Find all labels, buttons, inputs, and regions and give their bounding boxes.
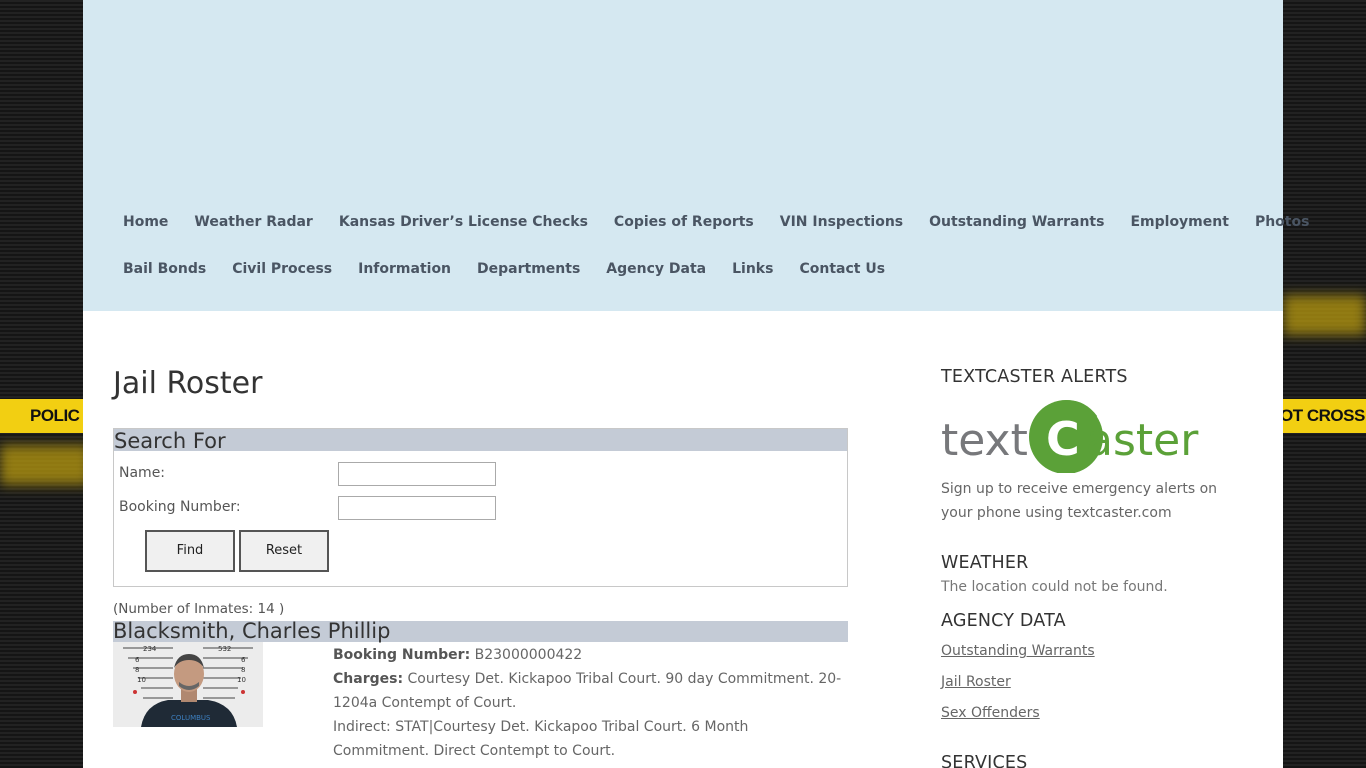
inmate-mugshot[interactable]: 234 532 6 6 8 8 10 10 COLUMBUS xyxy=(113,642,263,727)
page-title: Jail Roster xyxy=(113,366,263,401)
inmate-name-heading: Blacksmith, Charles Phillip xyxy=(113,621,848,642)
main-nav-row-2: Bail Bonds Civil Process Information Dep… xyxy=(123,261,911,277)
charges-label: Charges: xyxy=(333,671,404,687)
textcaster-description: Sign up to receive emergency alerts on y… xyxy=(941,481,1218,521)
police-tape-text-left: POLIC xyxy=(30,406,80,425)
booking-number-input[interactable] xyxy=(338,496,496,520)
svg-text:8: 8 xyxy=(241,666,245,674)
svg-text:10: 10 xyxy=(237,676,246,684)
weather-message: The location could not be found. xyxy=(941,579,1168,595)
nav-information[interactable]: Information xyxy=(358,261,451,277)
tape-blur-right xyxy=(1283,295,1366,335)
main-nav-row-1: Home Weather Radar Kansas Driver’s Licen… xyxy=(123,214,1335,230)
sidebar-link-sex-offenders[interactable]: Sex Offenders xyxy=(941,705,1040,721)
charges-text-1: Courtesy Det. Kickapoo Tribal Court. 90 … xyxy=(333,671,842,711)
nav-copies-of-reports[interactable]: Copies of Reports xyxy=(614,214,754,230)
nav-employment[interactable]: Employment xyxy=(1130,214,1228,230)
agency-data-title: AGENCY DATA xyxy=(941,611,1066,631)
nav-departments[interactable]: Departments xyxy=(477,261,580,277)
tape-blur-left xyxy=(0,445,90,485)
page-container: Home Weather Radar Kansas Driver’s Licen… xyxy=(83,0,1309,768)
nav-bail-bonds[interactable]: Bail Bonds xyxy=(123,261,206,277)
search-heading: Search For xyxy=(114,429,847,453)
police-tape-text-right: OT CROSS xyxy=(1280,406,1365,425)
charges-text-2: Indirect: STAT|Courtesy Det. Kickapoo Tr… xyxy=(333,719,749,759)
booking-number-row: Booking Number: B23000000422 xyxy=(333,643,848,667)
textcaster-logo-c: C xyxy=(1046,412,1080,466)
search-form: Search For Name: Booking Number: Find Re… xyxy=(113,428,848,587)
booking-number-field-label: Booking Number: xyxy=(333,647,471,663)
site-header: Home Weather Radar Kansas Driver’s Licen… xyxy=(83,0,1309,311)
find-button[interactable]: Find xyxy=(145,530,235,572)
inmate-count: (Number of Inmates: 14 ) xyxy=(113,601,285,617)
weather-title: WEATHER xyxy=(941,553,1029,573)
nav-agency-data[interactable]: Agency Data xyxy=(606,261,706,277)
textcaster-title: TEXTCASTER ALERTS xyxy=(941,367,1128,387)
nav-photos[interactable]: Photos xyxy=(1255,214,1310,230)
svg-text:6: 6 xyxy=(135,656,140,664)
booking-number-value: B23000000422 xyxy=(474,647,583,663)
mugshot-image: 234 532 6 6 8 8 10 10 COLUMBUS xyxy=(113,642,263,727)
nav-weather-radar[interactable]: Weather Radar xyxy=(194,214,312,230)
name-input[interactable] xyxy=(338,462,496,486)
services-title: SERVICES xyxy=(941,753,1028,768)
nav-outstanding-warrants[interactable]: Outstanding Warrants xyxy=(929,214,1104,230)
booking-number-label: Booking Number: xyxy=(119,499,241,515)
svg-text:6: 6 xyxy=(241,656,246,664)
nav-vin-inspections[interactable]: VIN Inspections xyxy=(780,214,903,230)
textcaster-logo[interactable]: text C aster xyxy=(941,395,1201,474)
nav-links[interactable]: Links xyxy=(732,261,773,277)
svg-text:COLUMBUS: COLUMBUS xyxy=(171,714,211,722)
reset-button[interactable]: Reset xyxy=(239,530,329,572)
textcaster-logo-text-right: aster xyxy=(1086,415,1199,466)
name-label: Name: xyxy=(119,465,166,481)
nav-civil-process[interactable]: Civil Process xyxy=(232,261,332,277)
svg-text:10: 10 xyxy=(137,676,146,684)
svg-text:8: 8 xyxy=(135,666,139,674)
svg-text:234: 234 xyxy=(143,645,157,653)
nav-drivers-license-checks[interactable]: Kansas Driver’s License Checks xyxy=(339,214,588,230)
textcaster-logo-text-left: text xyxy=(941,415,1028,466)
nav-contact-us[interactable]: Contact Us xyxy=(799,261,885,277)
sidebar-link-jail-roster[interactable]: Jail Roster xyxy=(941,674,1011,690)
charges-row: Charges: Courtesy Det. Kickapoo Tribal C… xyxy=(333,667,848,715)
sidebar-link-outstanding-warrants[interactable]: Outstanding Warrants xyxy=(941,643,1095,659)
inmate-details: Booking Number: B23000000422 Charges: Co… xyxy=(333,643,848,763)
textcaster-logo-graphic: text C aster xyxy=(941,400,1199,474)
svg-text:532: 532 xyxy=(218,645,231,653)
nav-home[interactable]: Home xyxy=(123,214,168,230)
